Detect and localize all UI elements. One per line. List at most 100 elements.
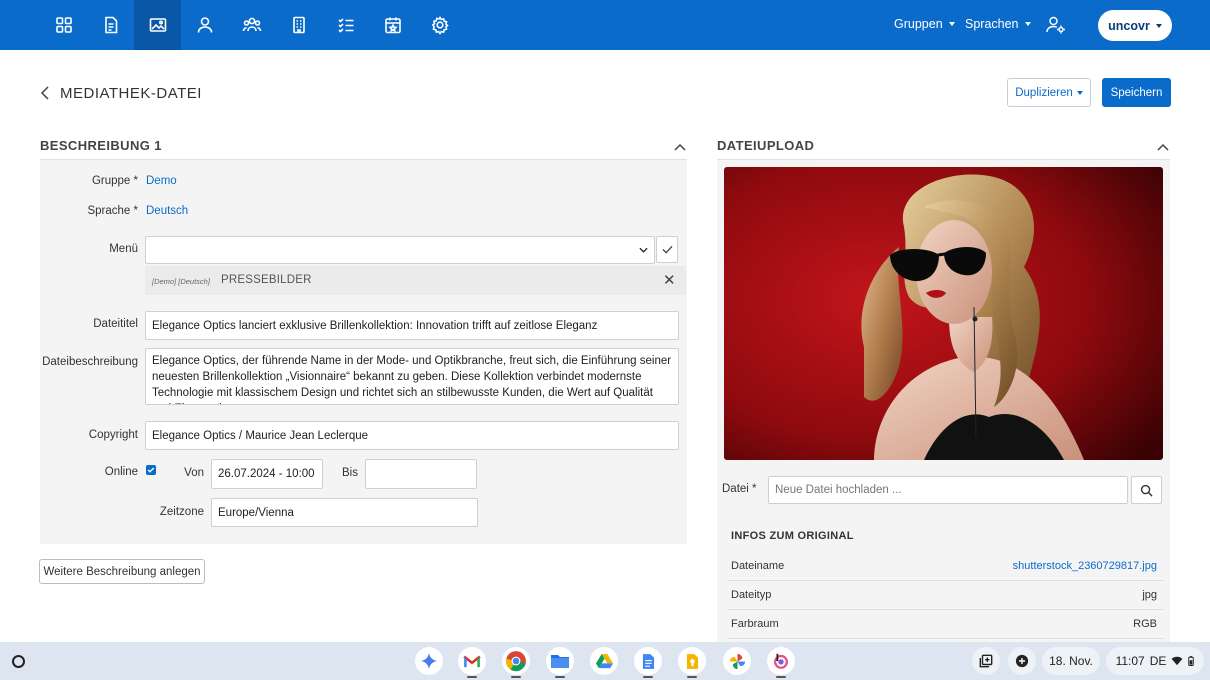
- menu-tag: [Demo] [Deutsch] PRESSEBILDER ✕: [145, 266, 686, 295]
- timezone-input[interactable]: Europe/Vienna: [211, 498, 478, 527]
- online-checkbox[interactable]: [146, 465, 156, 475]
- group-label: Gruppe *: [91, 175, 138, 187]
- group-value-link[interactable]: Demo: [146, 175, 177, 187]
- groups-menu[interactable]: Gruppen: [894, 17, 955, 31]
- running-indicator: [687, 676, 697, 678]
- app-icon[interactable]: [767, 647, 795, 675]
- running-indicator: [467, 676, 477, 678]
- running-indicator: [643, 676, 653, 678]
- info-title: INFOS ZUM ORIGINAL: [731, 530, 854, 542]
- check-icon: [662, 245, 672, 254]
- collapse-chevron-icon[interactable]: [1157, 140, 1169, 151]
- description-label: Dateibeschreibung: [42, 356, 138, 368]
- back-chevron-icon[interactable]: [38, 85, 52, 101]
- timezone-label: Zeitzone: [159, 506, 204, 518]
- launcher-icon[interactable]: [12, 655, 25, 668]
- collapse-chevron-icon[interactable]: [674, 140, 686, 151]
- file-browse-button[interactable]: [1131, 476, 1162, 504]
- languages-menu[interactable]: Sprachen: [965, 17, 1031, 31]
- duplicate-button-label: Duplizieren: [1015, 86, 1073, 99]
- info-key: Farbraum: [731, 618, 779, 630]
- description-textarea[interactable]: Elegance Optics, der führende Name in de…: [145, 348, 679, 405]
- file-upload-input[interactable]: Neue Datei hochladen ...: [768, 476, 1128, 504]
- to-label: Bis: [342, 467, 358, 479]
- description-text: Elegance Optics, der führende Name in de…: [152, 355, 672, 404]
- to-datetime-input[interactable]: [365, 459, 477, 489]
- dashboard-icon[interactable]: [40, 0, 87, 50]
- groups-menu-label: Gruppen: [894, 17, 943, 31]
- search-icon: [1140, 484, 1153, 497]
- top-navbar: Gruppen Sprachen uncovr: [0, 0, 1210, 50]
- users-icon[interactable]: [228, 0, 275, 50]
- chrome-icon[interactable]: [502, 647, 530, 675]
- os-taskbar: 18. Nov. 11:07 DE: [0, 642, 1210, 680]
- description-section-title: BESCHREIBUNG 1: [40, 138, 162, 153]
- user-settings-icon[interactable]: [1045, 14, 1067, 36]
- date-tray[interactable]: 18. Nov.: [1042, 647, 1100, 675]
- menu-tag-name: PRESSEBILDER: [221, 274, 312, 286]
- wifi-icon: [1171, 656, 1183, 666]
- image-icon[interactable]: [134, 0, 181, 50]
- menu-label: Menü: [109, 243, 138, 255]
- caret-down-icon: [1155, 23, 1162, 28]
- upload-section-title: DATEIUPLOAD: [717, 138, 815, 153]
- menu-select[interactable]: [145, 236, 655, 264]
- check-icon: [147, 467, 155, 473]
- language-label: Sprache *: [87, 205, 138, 217]
- running-indicator: [511, 676, 521, 678]
- copyright-input[interactable]: Elegance Optics / Maurice Jean Leclerque: [145, 421, 679, 450]
- calendar-icon[interactable]: [369, 0, 416, 50]
- info-value: jpg: [1142, 589, 1157, 601]
- drive-icon[interactable]: [590, 647, 618, 675]
- docs-icon[interactable]: [634, 647, 662, 675]
- user-menu-label: uncovr: [1108, 18, 1150, 33]
- info-row: Farbraum RGB: [727, 610, 1164, 639]
- language-value-link[interactable]: Deutsch: [146, 205, 188, 217]
- time-text: 11:07: [1115, 654, 1145, 668]
- confirm-menu-button[interactable]: [656, 236, 678, 263]
- from-label: Von: [184, 467, 204, 479]
- checklist-icon[interactable]: [322, 0, 369, 50]
- page-title: MEDIATHEK-DATEI: [60, 85, 202, 102]
- menu-tag-context: [Demo] [Deutsch]: [152, 277, 210, 286]
- files-icon[interactable]: [546, 647, 574, 675]
- screen-capture-icon[interactable]: [972, 647, 1000, 675]
- filename-link[interactable]: shutterstock_2360729817.jpg: [1013, 560, 1157, 572]
- file-label: Datei *: [722, 483, 757, 495]
- info-key: Dateityp: [731, 589, 772, 601]
- user-menu-button[interactable]: uncovr: [1098, 10, 1172, 41]
- locale-text: DE: [1149, 654, 1167, 668]
- running-indicator: [555, 676, 565, 678]
- gmail-icon[interactable]: [458, 647, 486, 675]
- info-value: RGB: [1133, 618, 1157, 630]
- add-description-button[interactable]: Weitere Beschreibung anlegen: [39, 559, 205, 584]
- caret-down-icon: [1024, 22, 1031, 26]
- select-chevron-icon: [639, 247, 648, 253]
- keep-icon[interactable]: [678, 647, 706, 675]
- gemini-icon[interactable]: [415, 647, 443, 675]
- info-row: Dateiname shutterstock_2360729817.jpg: [727, 552, 1164, 581]
- document-icon[interactable]: [87, 0, 134, 50]
- battery-icon: [1188, 656, 1195, 666]
- add-circle-icon[interactable]: [1008, 647, 1036, 675]
- duplicate-button[interactable]: Duplizieren: [1007, 78, 1091, 107]
- building-icon[interactable]: [275, 0, 322, 50]
- copyright-label: Copyright: [88, 429, 138, 441]
- running-indicator: [776, 676, 786, 678]
- save-button[interactable]: Speichern: [1102, 78, 1171, 107]
- date-text: 18. Nov.: [1049, 654, 1093, 668]
- uploaded-image-preview: [724, 167, 1163, 460]
- status-tray[interactable]: 11:07 DE: [1106, 647, 1204, 675]
- languages-menu-label: Sprachen: [965, 17, 1019, 31]
- title-input[interactable]: Elegance Optics lanciert exklusive Brill…: [145, 311, 679, 340]
- from-datetime-input[interactable]: 26.07.2024 - 10:00: [211, 459, 323, 489]
- info-key: Dateiname: [731, 560, 785, 572]
- gear-icon[interactable]: [416, 0, 463, 50]
- photos-icon[interactable]: [723, 647, 751, 675]
- user-icon[interactable]: [181, 0, 228, 50]
- online-label: Online: [104, 466, 138, 478]
- title-label: Dateititel: [93, 318, 138, 330]
- caret-down-icon: [948, 22, 955, 26]
- remove-tag-close-icon[interactable]: ✕: [663, 271, 676, 289]
- caret-down-icon: [1076, 90, 1083, 95]
